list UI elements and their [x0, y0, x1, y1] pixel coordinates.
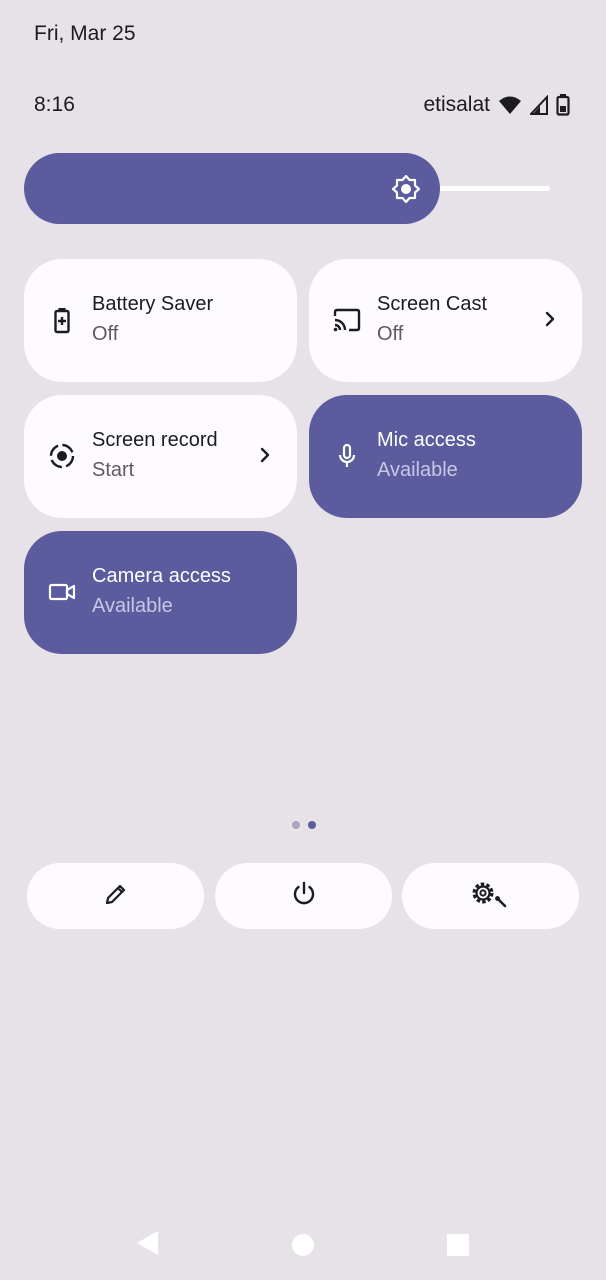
cast-icon: [333, 306, 361, 334]
tile-screen-cast[interactable]: Screen Cast Off: [309, 259, 582, 382]
wifi-icon: [498, 95, 522, 115]
tile-subtitle: Off: [92, 323, 119, 345]
carrier-label: etisalat: [423, 93, 490, 116]
tile-title: Mic access: [377, 429, 476, 451]
battery-saver-icon: [48, 306, 76, 334]
tile-mic-access[interactable]: Mic access Available: [309, 395, 582, 518]
recents-icon[interactable]: [446, 1233, 470, 1262]
tile-subtitle: Available: [92, 595, 173, 617]
brightness-icon: [391, 174, 421, 208]
date-label: Fri, Mar 25: [34, 22, 136, 45]
tile-title: Screen record: [92, 429, 218, 451]
mic-icon: [333, 442, 361, 470]
tile-title: Battery Saver: [92, 293, 214, 315]
time-label: 8:16: [34, 93, 75, 116]
settings-icon: [469, 879, 513, 914]
status-icons: etisalat: [423, 93, 570, 117]
back-icon[interactable]: [134, 1228, 160, 1263]
tile-camera-access[interactable]: Camera access Available: [24, 531, 297, 654]
chevron-right-icon: [540, 309, 560, 329]
home-icon[interactable]: [291, 1233, 315, 1262]
tile-screen-record[interactable]: Screen record Start: [24, 395, 297, 518]
battery-icon: [556, 94, 570, 116]
power-button[interactable]: [215, 863, 392, 929]
tile-battery-saver[interactable]: Battery Saver Off: [24, 259, 297, 382]
tile-subtitle: Start: [92, 459, 135, 481]
brightness-fill[interactable]: [24, 153, 440, 224]
brightness-slider[interactable]: [24, 153, 550, 224]
screen-record-icon: [48, 442, 76, 470]
edit-icon: [103, 881, 129, 912]
tile-title: Camera access: [92, 565, 231, 587]
signal-icon: [530, 95, 548, 115]
settings-button[interactable]: [402, 863, 579, 929]
camera-icon: [48, 578, 76, 606]
edit-button[interactable]: [27, 863, 204, 929]
page-dot-active: [308, 821, 316, 829]
page-dot: [292, 821, 300, 829]
tile-subtitle: Off: [377, 323, 404, 345]
power-icon: [290, 880, 318, 913]
tile-subtitle: Available: [377, 459, 458, 481]
page-indicator: [292, 821, 316, 829]
tile-title: Screen Cast: [377, 293, 488, 315]
chevron-right-icon: [255, 445, 275, 465]
